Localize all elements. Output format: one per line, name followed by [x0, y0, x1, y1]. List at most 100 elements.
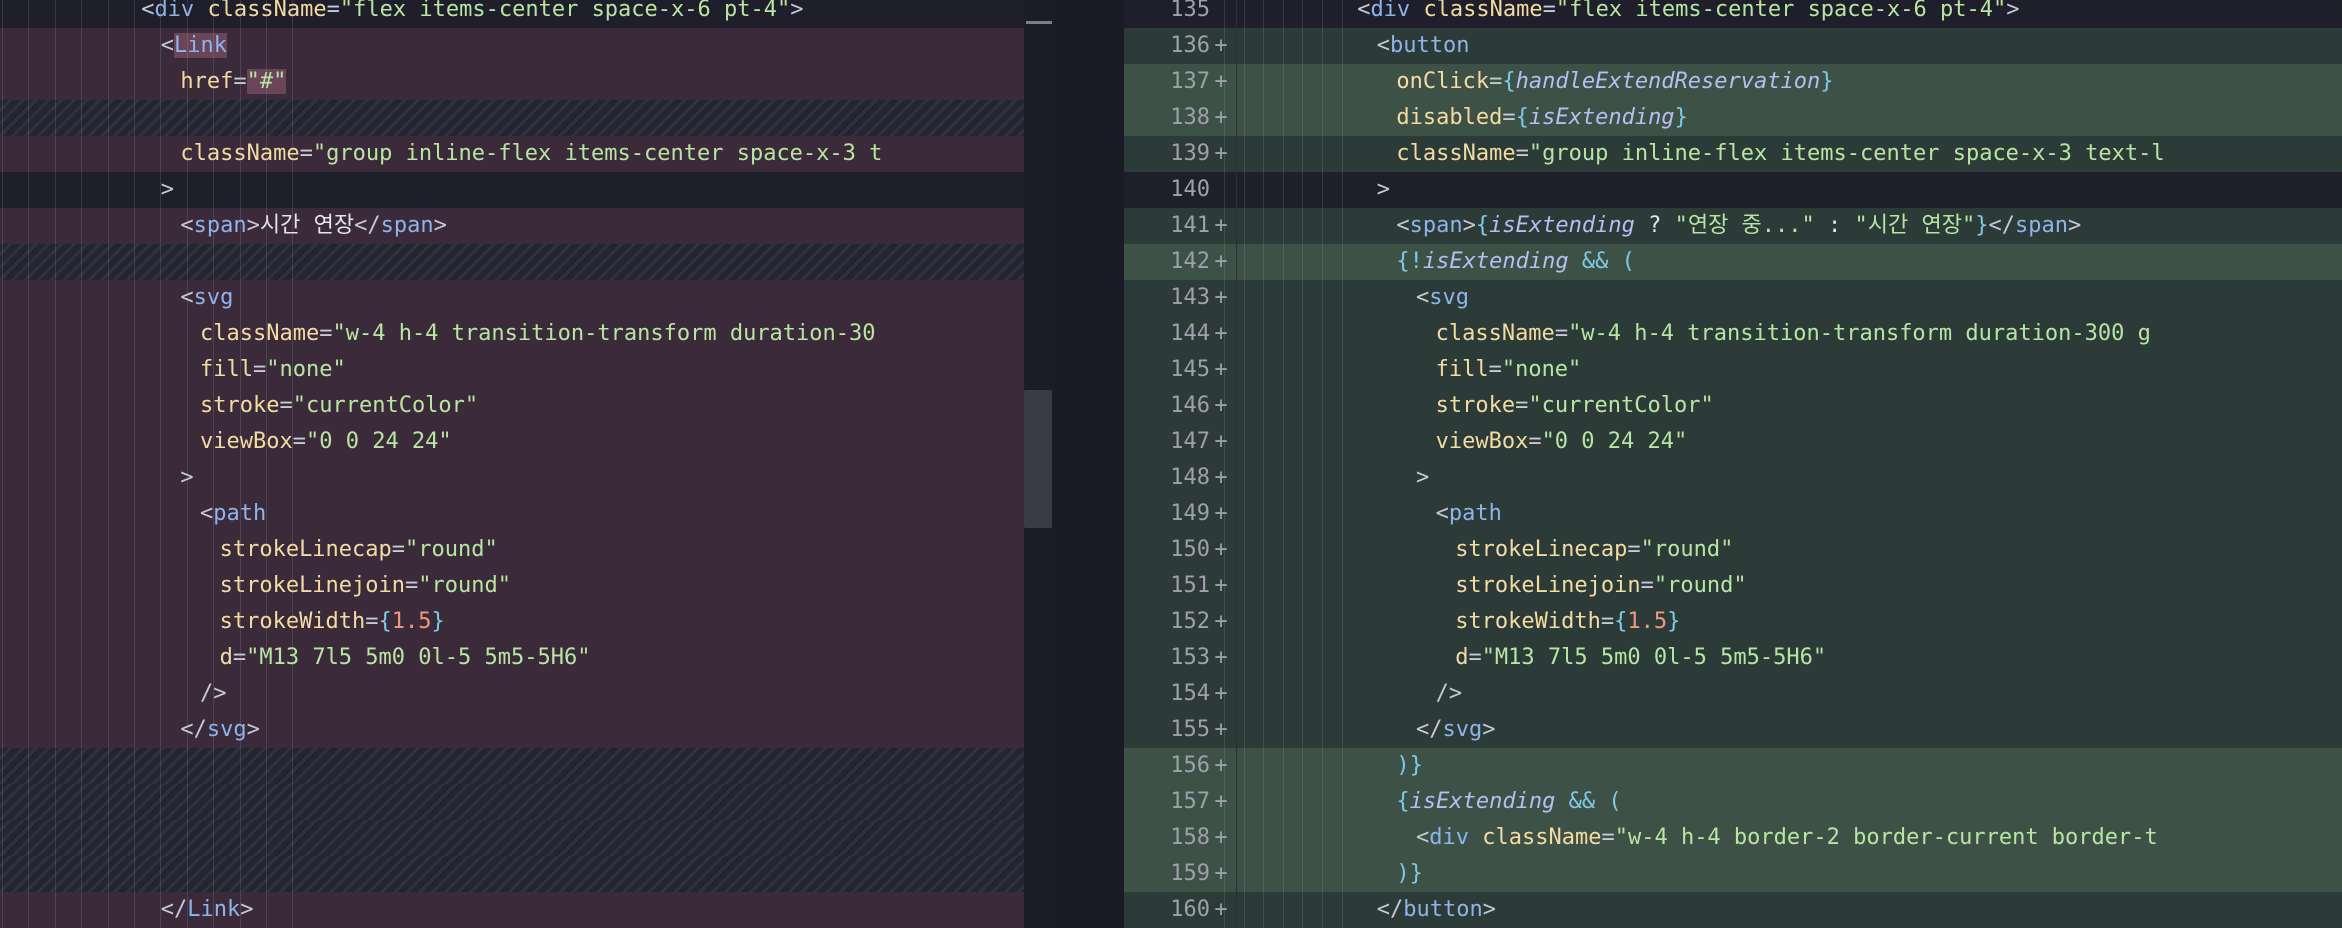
code-line[interactable]: 154 + />: [1124, 676, 2342, 712]
code-line[interactable]: 135 <div className="flex items-center spa…: [1124, 0, 2342, 28]
code-token-attr: strokeLinecap: [1455, 537, 1628, 562]
code-line[interactable]: 158 + <div className="w-4 h-4 border-2 bor…: [1124, 820, 2342, 856]
code-line[interactable]: 153 + d="M13 7l5 5m0 0l-5 5m5-5H6": [1124, 640, 2342, 676]
code-token-tag: div: [1370, 0, 1411, 22]
code-line[interactable]: 139 + className="group inline-flex items-c…: [1124, 136, 2342, 172]
code-line[interactable]: 151 + strokeLinejoin="round": [1124, 568, 2342, 604]
indent-guide: [239, 0, 241, 928]
code-line[interactable]: <div className="flex items-center space-…: [0, 0, 1024, 28]
code-token-punct: </: [1376, 897, 1404, 922]
diff-filler-line[interactable]: [0, 784, 1024, 820]
code-token-punct: <: [160, 33, 175, 58]
code-line[interactable]: 136 + <button: [1124, 28, 2342, 64]
added-line-marker: +: [1214, 69, 1228, 94]
line-number: 135: [1170, 0, 1210, 22]
code-line[interactable]: </svg>: [0, 712, 1024, 748]
code-token-str: "M13 7l5 5m0 0l-5 5m5-5H6": [1481, 645, 1827, 670]
added-line-marker: +: [1214, 861, 1228, 886]
diff-viewer: </Link> </svg>/> d="M13 7l5 5m0 0l-5 5m5-5…: [0, 0, 2342, 928]
code-text: strokeWidth={1.5}: [1455, 604, 1680, 640]
code-token-op: &&: [1568, 789, 1596, 814]
code-token-text: 시간 연장: [259, 213, 355, 238]
code-line[interactable]: />: [0, 676, 1024, 712]
code-line[interactable]: <path: [0, 496, 1024, 532]
code-line[interactable]: 145 + fill="none": [1124, 352, 2342, 388]
code-line[interactable]: 155 + </svg>: [1124, 712, 2342, 748]
code-line[interactable]: className="w-4 h-4 transition-transform …: [0, 316, 1024, 352]
code-line[interactable]: 150 + strokeLinecap="round": [1124, 532, 2342, 568]
added-line-marker: +: [1214, 33, 1228, 58]
code-line[interactable]: strokeLinecap="round": [0, 532, 1024, 568]
diff-filler-line[interactable]: [0, 748, 1024, 784]
added-line-marker: +: [1214, 141, 1228, 166]
line-number: 146: [1170, 393, 1210, 418]
code-line[interactable]: strokeLinejoin="round": [0, 568, 1024, 604]
code-line[interactable]: fill="none": [0, 352, 1024, 388]
code-line[interactable]: >: [0, 172, 1024, 208]
code-line[interactable]: >: [0, 460, 1024, 496]
code-line[interactable]: 159 +)}: [1124, 856, 2342, 892]
diff-filler-line[interactable]: [0, 100, 1024, 136]
code-text: </svg>: [180, 712, 260, 748]
code-line[interactable]: 152 + strokeWidth={1.5}: [1124, 604, 2342, 640]
code-token-punct: >: [240, 897, 254, 922]
code-text: href="#": [180, 64, 287, 100]
code-text: >: [1377, 172, 1390, 208]
code-line[interactable]: 140 >: [1124, 172, 2342, 208]
code-token-punct: <: [1416, 825, 1430, 850]
code-token-punct: =: [1600, 609, 1615, 634]
code-line[interactable]: 142 + {!isExtending && (: [1124, 244, 2342, 280]
code-line[interactable]: 148 + >: [1124, 460, 2342, 496]
code-token-var: handleExtendReservation: [1515, 69, 1821, 94]
pane-divider[interactable]: [1054, 0, 1124, 928]
code-token-attr: className: [1482, 825, 1602, 850]
code-token-attr: strokeLinejoin: [1455, 573, 1641, 598]
code-line[interactable]: 160 + </button>: [1124, 892, 2342, 928]
code-token-var: isExtending: [1422, 249, 1569, 274]
code-line[interactable]: 147 + viewBox="0 0 24 24": [1124, 424, 2342, 460]
code-line[interactable]: strokeWidth={1.5}: [0, 604, 1024, 640]
code-line[interactable]: stroke="currentColor": [0, 388, 1024, 424]
code-line[interactable]: 141 + <span>{isExtending ? "연장 중..." : "시간…: [1124, 208, 2342, 244]
code-token-punct: </: [180, 717, 207, 742]
code-line[interactable]: 157 + {isExtending && (: [1124, 784, 2342, 820]
code-line[interactable]: 149 + <path: [1124, 496, 2342, 532]
indent-guide: [1243, 0, 1245, 928]
line-number: 143: [1170, 285, 1210, 310]
diff-filler-line[interactable]: [0, 244, 1024, 280]
code-line[interactable]: 144 + className="w-4 h-4 transition-transf…: [1124, 316, 2342, 352]
added-line-marker: +: [1214, 321, 1228, 346]
gutter-separator: [1236, 0, 1237, 928]
code-line[interactable]: 146 + stroke="currentColor": [1124, 388, 2342, 424]
code-text: strokeLinecap="round": [1455, 532, 1733, 568]
code-token-punct: =: [1515, 393, 1529, 418]
code-token-tag: path: [1448, 501, 1502, 526]
code-line[interactable]: d="M13 7l5 5m0 0l-5 5m5-5H6": [0, 640, 1024, 676]
code-text: >: [1416, 460, 1429, 496]
code-line[interactable]: <span>시간 연장</span>: [0, 208, 1024, 244]
code-line[interactable]: 138 + disabled={isExtending}: [1124, 100, 2342, 136]
left-pane-scroll-thumb[interactable]: [1024, 390, 1052, 528]
line-number: 151: [1170, 573, 1210, 598]
diff-filler-line[interactable]: [0, 856, 1024, 892]
code-line[interactable]: className="group inline-flex items-cente…: [0, 136, 1024, 172]
code-token-attr: className: [1423, 0, 1543, 22]
code-line[interactable]: 137 + onClick={handleExtendReservation}: [1124, 64, 2342, 100]
diff-right-pane-modified[interactable]: 135 <div className="flex items-center spa…: [1124, 0, 2342, 928]
added-line-marker: +: [1214, 249, 1228, 274]
code-line[interactable]: <Link: [0, 28, 1024, 64]
code-line[interactable]: <svg: [0, 280, 1024, 316]
code-line[interactable]: 156 +)}: [1124, 748, 2342, 784]
code-line[interactable]: href="#": [0, 64, 1024, 100]
code-token-punct: </: [1988, 213, 2015, 238]
line-number: 137: [1170, 69, 1210, 94]
code-token-attr: d: [219, 645, 233, 670]
code-line[interactable]: viewBox="0 0 24 24": [0, 424, 1024, 460]
diff-left-pane-original[interactable]: </Link> </svg>/> d="M13 7l5 5m0 0l-5 5m5-5…: [0, 0, 1024, 928]
code-line[interactable]: 143 + <svg: [1124, 280, 2342, 316]
code-line[interactable]: </Link>: [0, 892, 1024, 928]
diff-filler-line[interactable]: [0, 820, 1024, 856]
